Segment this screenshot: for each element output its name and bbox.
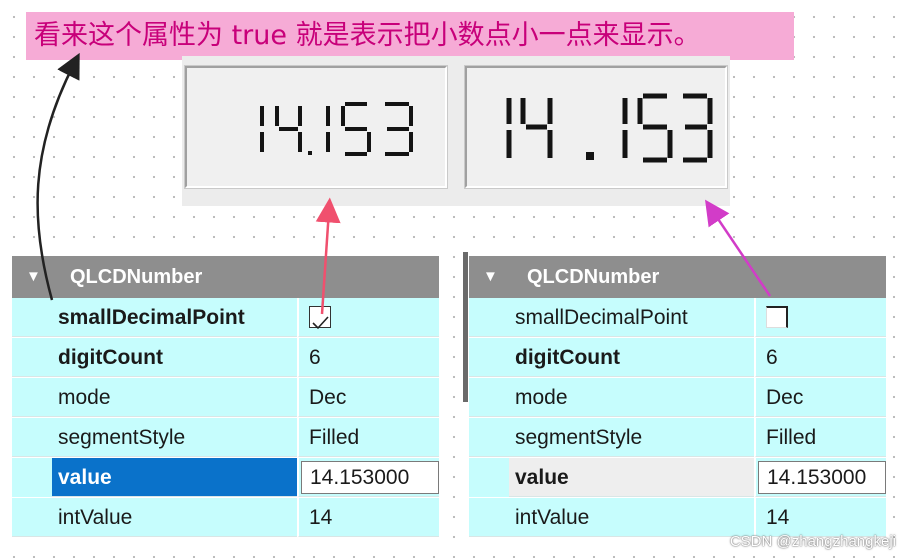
black-arrow [36, 52, 80, 301]
red-arrow [315, 197, 341, 315]
magenta-arrow [705, 199, 772, 297]
annotation-arrows [36, 52, 772, 315]
watermark: CSDN @zhangzhangkeji [729, 533, 896, 550]
